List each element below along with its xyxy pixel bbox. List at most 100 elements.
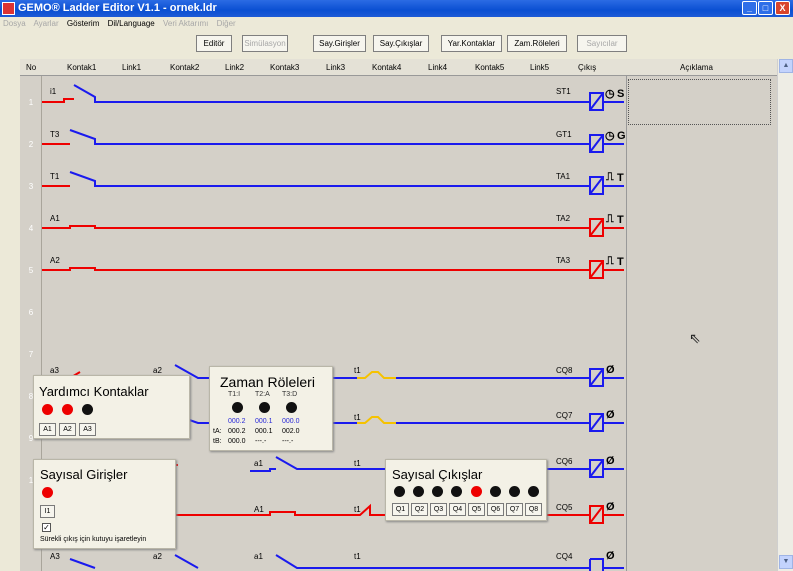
menu-diger[interactable]: Diğer [217,19,236,28]
checkbox-label: Sürekli çıkış için kutuyu işaretleyin [40,536,147,543]
sayicilar-button[interactable]: Sayıcılar [577,35,627,52]
window-title: GEMO® Ladder Editor V1.1 - ornek.ldr [18,2,217,14]
coil-label: ST1 [556,87,571,96]
state-dot [62,404,73,415]
timer-relays-panel: Zaman Röleleri T1:I T2:A T3:D 000.2 000.… [209,366,333,451]
coil-label: CQ6 [556,457,573,466]
timer-tb-label: tB: [213,438,222,445]
output-icon: Ø [606,550,615,562]
panel-title: Zaman Röleleri [220,374,315,390]
coil-label: TA3 [556,256,571,265]
coil-label: TA2 [556,214,571,223]
output-q4-button[interactable]: Q4 [449,503,466,516]
contact-label: i1 [50,87,57,96]
timer-ta-label: tA: [213,428,222,435]
contact-label: A1 [50,214,60,223]
vertical-scrollbar[interactable]: ▲ ▼ [777,59,793,571]
timer-current: 000.1 [255,418,273,425]
output-icon: Ø [606,455,615,467]
panel-title: Sayısal Girişler [40,467,128,482]
say-girisler-button[interactable]: Say.Girişler [313,35,366,52]
output-q6-button[interactable]: Q6 [487,503,504,516]
menu-dosya[interactable]: Dosya [3,19,26,28]
panel-title: Sayısal Çıkışlar [392,467,483,482]
contact-label: A3 [50,552,60,561]
coil-type: T [617,256,624,268]
aux-a3-button[interactable]: A3 [79,423,96,436]
coil-label: CQ5 [556,503,573,512]
description-cell[interactable] [628,79,771,125]
menu-ayarlar[interactable]: Ayarlar [33,19,58,28]
contact-label: t1 [354,413,361,422]
minimize-button[interactable]: _ [742,1,757,15]
timer-dot [286,402,297,413]
output-q1-button[interactable]: Q1 [392,503,409,516]
timer-tb: ---.- [255,438,267,445]
timer-column: T3:D [282,391,298,398]
menu-dil[interactable]: Dil/Language [108,19,155,28]
digital-inputs-panel: Sayısal Girişler I1 ✓ Sürekli çıkış için… [33,459,176,549]
coil-label: TA1 [556,172,571,181]
menu-veri-aktarimi[interactable]: Veri Aktarımı [163,19,208,28]
description-column[interactable] [626,76,771,571]
pulse-icon: ⎍ [606,255,614,267]
timer-clock-icon: ◷ [605,130,615,142]
scroll-up-icon[interactable]: ▲ [779,59,793,73]
contact-label: A2 [50,256,60,265]
contact-label: a1 [254,552,263,561]
contact-label: t1 [354,552,361,561]
output-q2-button[interactable]: Q2 [411,503,428,516]
timer-tb: 000.0 [228,438,246,445]
coil-label: GT1 [556,130,572,139]
auxiliary-contacts-panel: Yardımcı Kontaklar A1 A2 A3 [33,375,190,439]
output-state-dot [394,486,405,497]
input-state-dot [42,487,53,498]
output-q8-button[interactable]: Q8 [525,503,542,516]
contact-label: T1 [50,172,60,181]
contact-label: A1 [254,505,264,514]
col-aciklama: Açıklama [680,63,713,72]
timer-dot [232,402,243,413]
maximize-button[interactable]: □ [758,1,773,15]
panel-title: Yardımcı Kontaklar [39,384,149,399]
output-icon: Ø [606,364,615,376]
zam-roleleri-button[interactable]: Zam.Röleleri [507,35,567,52]
timer-current: 000.0 [282,418,300,425]
yar-kontaklar-button[interactable]: Yar.Kontaklar [441,35,502,52]
continuous-output-checkbox[interactable]: ✓ [42,523,51,532]
timer-column: T1:I [228,391,241,398]
contact-label: t1 [354,366,361,375]
menu-bar: Dosya Ayarlar Gösterim Dil/Language Veri… [0,17,793,30]
toolbar: Editör Simülasyon Say.Girişler Say.Çıkış… [0,30,793,56]
coil-label: CQ8 [556,366,573,375]
timer-ta: 000.1 [255,428,273,435]
output-state-dot [490,486,501,497]
simulation-button[interactable]: Simülasyon [242,35,288,52]
aux-a1-button[interactable]: A1 [39,423,56,436]
pulse-icon: ⎍ [606,213,614,225]
timer-current: 000.2 [228,418,246,425]
say-cikislar-button[interactable]: Say.Çıkışlar [373,35,429,52]
menu-gosterim[interactable]: Gösterim [67,19,99,28]
coil-label: CQ7 [556,411,573,420]
output-state-dot [413,486,424,497]
timer-column: T2:A [255,391,270,398]
contact-label: t1 [354,459,361,468]
editor-button[interactable]: Editör [196,35,232,52]
pulse-icon: ⎍ [606,171,614,183]
aux-a2-button[interactable]: A2 [59,423,76,436]
timer-dot [259,402,270,413]
contact-label: a2 [153,366,162,375]
coil-label: CQ4 [556,552,573,561]
coil-type: G [617,130,626,142]
input-i1-button[interactable]: I1 [40,505,55,518]
title-bar: GEMO® Ladder Editor V1.1 - ornek.ldr _ □… [0,0,793,17]
output-q3-button[interactable]: Q3 [430,503,447,516]
contact-label: a3 [50,366,59,375]
close-button[interactable]: X [775,1,790,15]
state-dot [42,404,53,415]
scroll-down-icon[interactable]: ▼ [779,555,793,569]
output-q5-button[interactable]: Q5 [468,503,485,516]
output-icon: Ø [606,501,615,513]
output-q7-button[interactable]: Q7 [506,503,523,516]
